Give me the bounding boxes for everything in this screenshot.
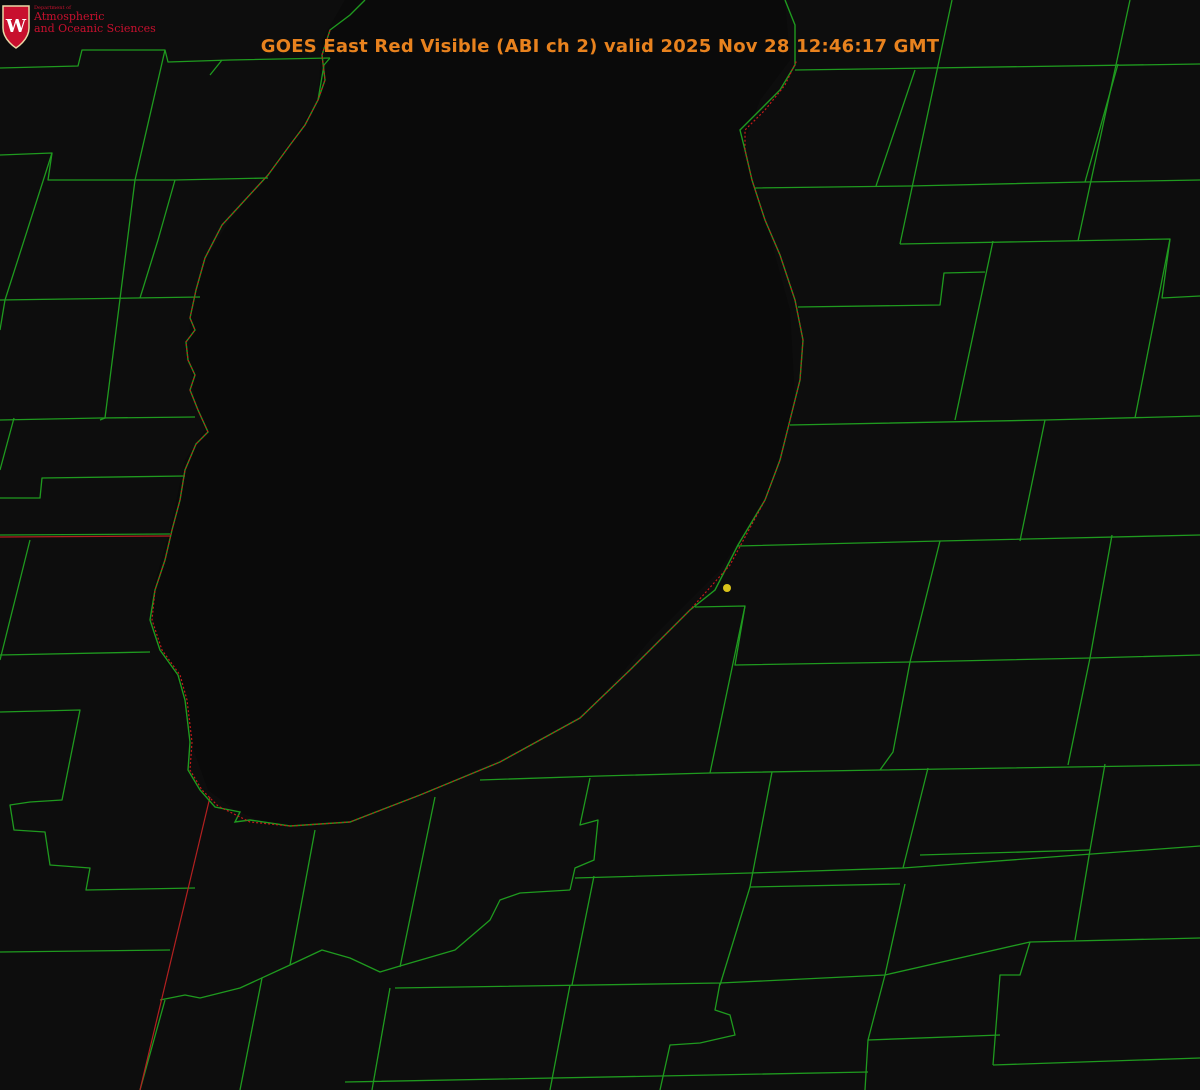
map-canvas[interactable] [0, 0, 1200, 1090]
satellite-map-view: W Department of Atmospheric and Oceanic … [0, 0, 1200, 1090]
logo-line-2: and Oceanic Sciences [34, 21, 156, 35]
location-marker [723, 584, 731, 592]
svg-text:W: W [5, 16, 27, 37]
image-title: GOES East Red Visible (ABI ch 2) valid 2… [260, 36, 940, 57]
